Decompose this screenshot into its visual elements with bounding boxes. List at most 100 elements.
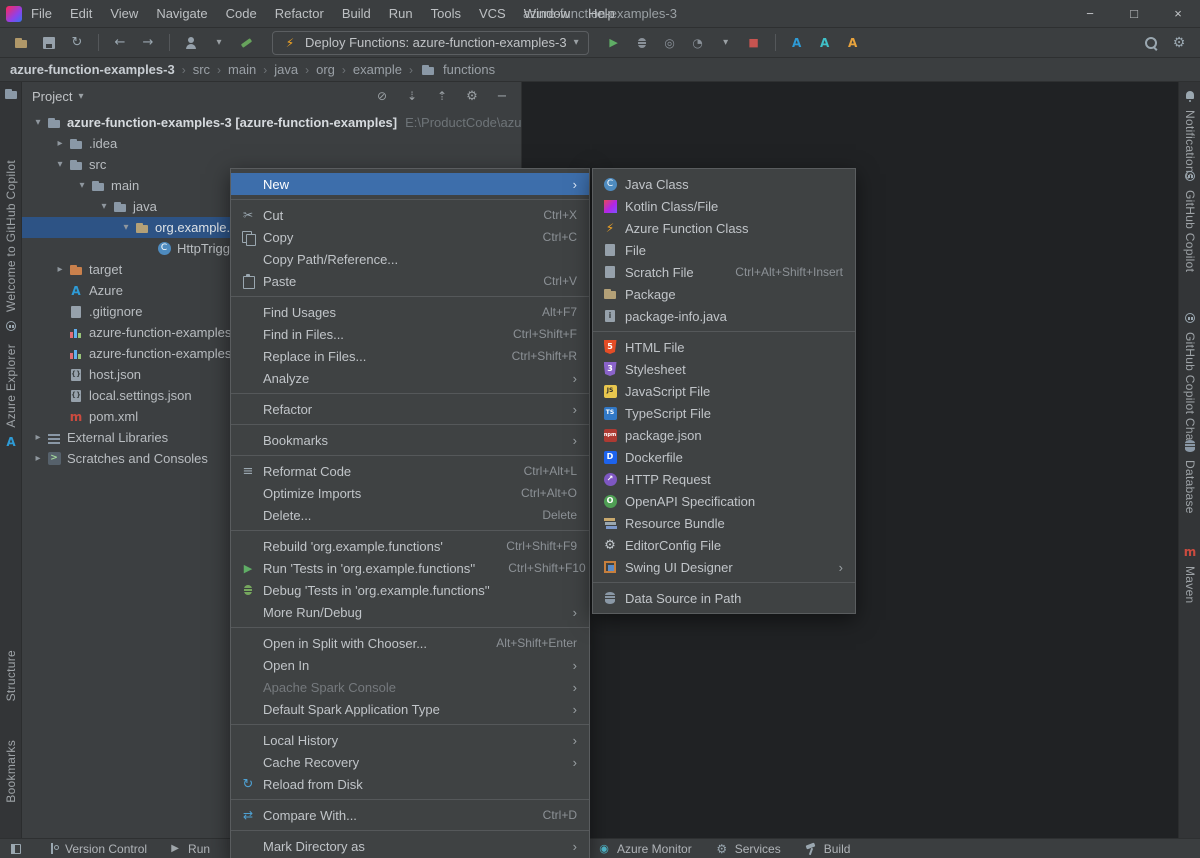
context-menu-item-compare-with[interactable]: ⇄Compare With...Ctrl+D	[231, 804, 589, 826]
context-menu-item-copy-path-reference[interactable]: Copy Path/Reference...	[231, 248, 589, 270]
menubar-help[interactable]: Help	[579, 0, 624, 27]
tool-tab-notifications[interactable]: Notifications	[1179, 88, 1200, 179]
submenu-item-javascript-file[interactable]: JSJavaScript File	[593, 380, 855, 402]
project-panel-title[interactable]: Project	[32, 89, 72, 104]
tree-item-idea[interactable]: ▸.idea	[22, 133, 521, 154]
context-menu-item-optimize-imports[interactable]: Optimize ImportsCtrl+Alt+O	[231, 482, 589, 504]
locate-button[interactable]: ⊘	[373, 87, 391, 105]
settings-button[interactable]: ⚙	[463, 87, 481, 105]
play-button[interactable]: ▶	[601, 31, 627, 55]
chevron-right-icon[interactable]: ▸	[30, 432, 46, 443]
context-menu-item-apache-spark-console[interactable]: Apache Spark Console›	[231, 676, 589, 698]
context-menu-item-find-usages[interactable]: Find UsagesAlt+F7	[231, 301, 589, 323]
maximize-button[interactable]: □	[1112, 0, 1156, 27]
save-button[interactable]	[36, 31, 62, 55]
menubar-tools[interactable]: Tools	[422, 0, 470, 27]
context-menu-item-refactor[interactable]: Refactor›	[231, 398, 589, 420]
context-menu-item-more-run-debug[interactable]: More Run/Debug›	[231, 601, 589, 623]
context-menu-item-open-in-split-with-chooser[interactable]: Open in Split with Chooser...Alt+Shift+E…	[231, 632, 589, 654]
submenu-item-azure-function-class[interactable]: ⚡Azure Function Class	[593, 217, 855, 239]
forward-button[interactable]: →	[135, 31, 161, 55]
stop-button[interactable]: ■	[741, 31, 767, 55]
context-menu-item-paste[interactable]: PasteCtrl+V	[231, 270, 589, 292]
context-menu-item-copy[interactable]: CopyCtrl+C	[231, 226, 589, 248]
submenu-item-dockerfile[interactable]: DDockerfile	[593, 446, 855, 468]
open-folder-button[interactable]	[8, 31, 34, 55]
menubar-vcs[interactable]: VCS	[470, 0, 515, 27]
context-menu-item-debug-tests-in-org-example-functions[interactable]: Debug 'Tests in 'org.example.functions''	[231, 579, 589, 601]
context-menu-item-cut[interactable]: ✂CutCtrl+X	[231, 204, 589, 226]
submenu-item-scratch-file[interactable]: Scratch FileCtrl+Alt+Shift+Insert	[593, 261, 855, 283]
context-menu-item-new[interactable]: New›	[231, 173, 589, 195]
menubar-edit[interactable]: Edit	[61, 0, 101, 27]
status-run[interactable]: ▶Run	[167, 841, 210, 857]
tool-tab-azure-explorer[interactable]: Azure ExplorerA	[0, 344, 22, 450]
context-menu-item-reload-from-disk[interactable]: ↻Reload from Disk	[231, 773, 589, 795]
tool-tab-database[interactable]: Database	[1179, 438, 1200, 514]
submenu-item-editorconfig-file[interactable]: ⚙EditorConfig File	[593, 534, 855, 556]
sync-button[interactable]: ↻	[64, 31, 90, 55]
menubar-window[interactable]: Window	[515, 0, 579, 27]
menubar-build[interactable]: Build	[333, 0, 380, 27]
chevron-down-icon[interactable]: ▾	[118, 222, 134, 233]
submenu-item-package-info-java[interactable]: ipackage-info.java	[593, 305, 855, 327]
search-button[interactable]	[1138, 31, 1164, 55]
submenu-item-resource-bundle[interactable]: Resource Bundle	[593, 512, 855, 534]
context-menu-item-local-history[interactable]: Local History›	[231, 729, 589, 751]
collapse-all-button[interactable]: ⇡	[433, 87, 451, 105]
submenu-item-swing-ui-designer[interactable]: Swing UI Designer›	[593, 556, 855, 578]
menubar-refactor[interactable]: Refactor	[266, 0, 333, 27]
cleanup-button[interactable]	[234, 31, 260, 55]
chevron-down-icon[interactable]: ▾	[30, 117, 46, 128]
gear-button[interactable]: ⚙	[1166, 31, 1192, 55]
submenu-item-package-json[interactable]: npmpackage.json	[593, 424, 855, 446]
caret-down-button[interactable]: ▾	[206, 31, 232, 55]
chevron-right-icon[interactable]: ▸	[52, 138, 68, 149]
tool-tab-structure[interactable]: Structure	[0, 650, 22, 701]
tool-tab-github-copilot-chat[interactable]: GitHub Copilot Chat	[1179, 310, 1200, 444]
context-menu-item-find-in-files[interactable]: Find in Files...Ctrl+Shift+F	[231, 323, 589, 345]
azure-a-orange-button[interactable]: A	[840, 31, 866, 55]
caret-down-button[interactable]: ▾	[713, 31, 739, 55]
submenu-item-package[interactable]: Package	[593, 283, 855, 305]
context-menu-item-analyze[interactable]: Analyze›	[231, 367, 589, 389]
run-configuration-select[interactable]: ⚡ Deploy Functions: azure-function-examp…	[272, 31, 589, 55]
tool-tab-welcome-to-github-copilot[interactable]: Welcome to GitHub Copilot	[0, 160, 22, 334]
context-menu-item-run-tests-in-org-example-functions[interactable]: ▶Run 'Tests in 'org.example.functions''C…	[231, 557, 589, 579]
status-version-control[interactable]: Version Control	[44, 841, 147, 857]
tool-tab-bookmarks[interactable]: Bookmarks	[0, 740, 22, 803]
tree-item-azure-function-examples-3-azure-function-e[interactable]: ▾azure-function-examples-3 [azure-functi…	[22, 112, 521, 133]
status-layout[interactable]	[8, 841, 24, 857]
submenu-item-html-file[interactable]: 5HTML File	[593, 336, 855, 358]
status-build[interactable]: Build	[803, 841, 851, 857]
breadcrumb-org[interactable]: org	[316, 62, 335, 77]
close-button[interactable]: ×	[1156, 0, 1200, 27]
breadcrumb-azure-function-examples-3[interactable]: azure-function-examples-3	[10, 62, 175, 77]
context-menu-item-reformat-code[interactable]: ≡Reformat CodeCtrl+Alt+L	[231, 460, 589, 482]
azure-a-blue-button[interactable]: A	[784, 31, 810, 55]
chevron-right-icon[interactable]: ▸	[30, 453, 46, 464]
bug-dim-button[interactable]	[629, 31, 655, 55]
context-menu-item-default-spark-application-type[interactable]: Default Spark Application Type›	[231, 698, 589, 720]
chevron-right-icon[interactable]: ▸	[52, 264, 68, 275]
context-menu-item-mark-directory-as[interactable]: Mark Directory as›	[231, 835, 589, 857]
submenu-item-typescript-file[interactable]: TSTypeScript File	[593, 402, 855, 424]
submenu-item-kotlin-class-file[interactable]: Kotlin Class/File	[593, 195, 855, 217]
submenu-item-data-source-in-path[interactable]: Data Source in Path	[593, 587, 855, 609]
azure-a-cyan-button[interactable]: A	[812, 31, 838, 55]
hide-button[interactable]: −	[493, 87, 511, 105]
menubar-code[interactable]: Code	[217, 0, 266, 27]
profiler-button[interactable]: ◔	[685, 31, 711, 55]
submenu-item-java-class[interactable]: CJava Class	[593, 173, 855, 195]
context-menu-item-cache-recovery[interactable]: Cache Recovery›	[231, 751, 589, 773]
back-button[interactable]: ←	[107, 31, 133, 55]
tool-tab-maven[interactable]: mMaven	[1179, 544, 1200, 604]
submenu-item-file[interactable]: File	[593, 239, 855, 261]
menubar-file[interactable]: File	[22, 0, 61, 27]
submenu-item-http-request[interactable]: ↗HTTP Request	[593, 468, 855, 490]
chevron-down-icon[interactable]: ▾	[74, 180, 90, 191]
submenu-item-openapi-specification[interactable]: OOpenAPI Specification	[593, 490, 855, 512]
menubar-navigate[interactable]: Navigate	[147, 0, 216, 27]
submenu-item-stylesheet[interactable]: 3Stylesheet	[593, 358, 855, 380]
menubar-view[interactable]: View	[101, 0, 147, 27]
